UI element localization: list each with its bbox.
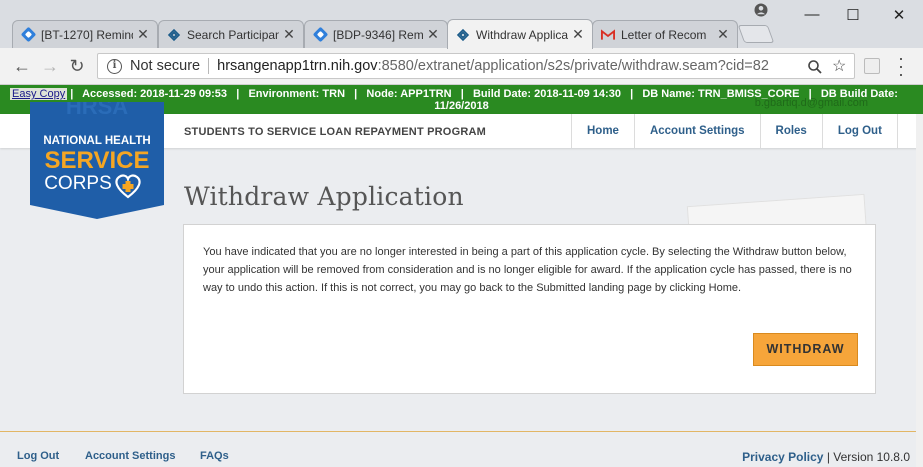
nav-account-settings[interactable]: Account Settings: [633, 114, 760, 148]
reload-icon[interactable]: ↻: [66, 55, 88, 77]
minimize-button[interactable]: —: [802, 6, 822, 23]
browser-menu-icon[interactable]: · · ·: [896, 49, 906, 83]
tab-title: Search Participant: [187, 27, 279, 42]
nhsc-logo[interactable]: HRSA NATIONAL HEALTH SERVICE CORPS: [30, 102, 164, 219]
browser-tab-active[interactable]: Withdraw Applica ✕: [447, 19, 593, 49]
close-icon[interactable]: ✕: [137, 26, 149, 43]
withdraw-message: You have indicated that you are no longe…: [203, 246, 852, 294]
footer-account-settings-link[interactable]: Account Settings: [85, 450, 175, 462]
footer-faqs-link[interactable]: FAQs: [200, 450, 229, 462]
tab-title: [BT-1270] Remind: [41, 27, 133, 42]
profile-icon[interactable]: [754, 3, 768, 17]
participant-icon: [167, 28, 181, 42]
nav-roles[interactable]: Roles: [759, 114, 822, 148]
environment-info: | Accessed: 2018-11-29 09:53 | Environme…: [67, 88, 898, 100]
divider: [208, 58, 210, 74]
url-path: :8580/extranet/application/s2s/private/w…: [377, 58, 769, 74]
forward-arrow-icon[interactable]: →: [39, 55, 61, 77]
footer-divider: [0, 431, 923, 432]
info-icon[interactable]: i: [107, 58, 122, 74]
withdraw-button[interactable]: WITHDRAW: [753, 333, 858, 366]
close-icon[interactable]: ✕: [572, 26, 584, 43]
logo-hrsa-text: HRSA: [66, 102, 128, 119]
zoom-icon[interactable]: [807, 56, 823, 80]
browser-tab[interactable]: [BDP-9346] Remi ✕: [304, 20, 448, 48]
footer-right: Privacy Policy | Version 10.8.0: [742, 450, 910, 464]
close-icon[interactable]: ✕: [283, 26, 295, 43]
extension-icon[interactable]: [864, 58, 880, 74]
top-nav: Home Account Settings Roles Log Out: [571, 114, 898, 148]
page-title: Withdraw Application: [184, 182, 464, 211]
back-arrow-icon[interactable]: ←: [11, 55, 33, 77]
privacy-policy-link[interactable]: Privacy Policy: [742, 450, 823, 464]
tab-title: Withdraw Applica: [476, 27, 568, 42]
gmail-icon: [601, 28, 615, 42]
program-title: STUDENTS TO SERVICE LOAN REPAYMENT PROGR…: [184, 126, 486, 138]
browser-tab[interactable]: [BT-1270] Remind ✕: [12, 20, 158, 48]
close-icon[interactable]: ✕: [717, 26, 729, 43]
jira-diamond-icon: [312, 26, 328, 43]
browser-tab[interactable]: Search Participant ✕: [158, 20, 304, 48]
close-window-button[interactable]: ✕: [889, 6, 909, 24]
logo-line-2: NATIONAL HEALTH: [43, 135, 150, 147]
browser-tab-strip: — ☐ ✕ [BT-1270] Remind ✕ Search Particip…: [0, 0, 923, 49]
footer-log-out-link[interactable]: Log Out: [17, 450, 59, 462]
url-host: hrsangenapp1trn.nih.gov: [217, 58, 378, 74]
browser-toolbar: ← → ↻ i Not secure hrsangenapp1trn.nih.g…: [0, 48, 923, 85]
jira-diamond-icon: [20, 26, 36, 43]
logo-line-4: CORPS: [44, 173, 112, 194]
nav-log-out[interactable]: Log Out: [821, 114, 898, 148]
security-status: Not secure: [130, 58, 201, 74]
close-icon[interactable]: ✕: [427, 26, 439, 43]
tab-title: Letter of Recom: [621, 27, 707, 42]
participant-icon: [456, 28, 470, 42]
logo-line-3: SERVICE: [45, 147, 150, 174]
page-scrollbar[interactable]: [916, 114, 923, 467]
maximize-button[interactable]: ☐: [843, 6, 863, 24]
bookmark-star-icon[interactable]: ☆: [832, 56, 846, 76]
address-bar[interactable]: i Not secure hrsangenapp1trn.nih.gov :85…: [97, 53, 855, 79]
tab-title: [BDP-9346] Remi: [333, 27, 423, 42]
nav-home[interactable]: Home: [571, 114, 634, 148]
new-tab-button[interactable]: [737, 25, 775, 43]
easy-copy-link[interactable]: Easy Copy: [10, 88, 68, 100]
browser-tab[interactable]: Letter of Recom ✕: [592, 20, 738, 48]
withdraw-panel: You have indicated that you are no longe…: [183, 224, 876, 394]
version-text: | Version 10.8.0: [823, 450, 910, 464]
